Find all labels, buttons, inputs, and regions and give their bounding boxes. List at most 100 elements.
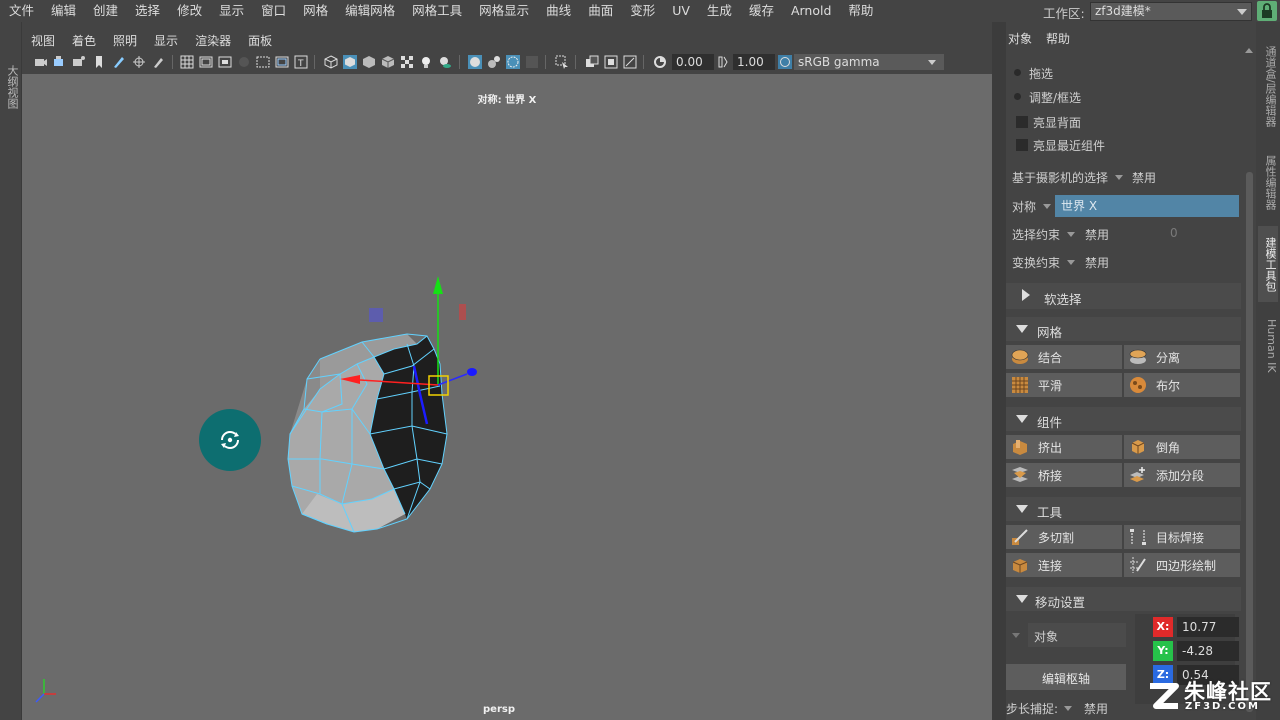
pencil-icon[interactable] [152,55,166,69]
boolean-button[interactable]: 布尔 [1124,373,1240,397]
panel-menu-show[interactable]: 显示 [145,32,186,49]
panel-splitter[interactable] [992,22,1006,720]
panel-menu-panels[interactable]: 面板 [239,32,280,49]
gamma-icon[interactable] [716,55,730,69]
wireframe-on-shaded-icon[interactable] [362,55,376,69]
xray-icon[interactable] [468,55,482,69]
soft-select-section-header[interactable]: 软选择 [1006,283,1241,309]
menu-arnold[interactable]: Arnold [782,0,839,22]
menu-generate[interactable]: 生成 [698,0,740,22]
tumble-button[interactable] [199,409,261,471]
yz-plane-handle[interactable] [369,308,383,322]
menu-create[interactable]: 创建 [84,0,126,22]
edit-pivot-button[interactable]: 编辑枢轴 [1006,664,1126,690]
y-axis-arrow[interactable] [433,276,443,294]
tab-modeling-toolkit[interactable]: 建模工具包 [1258,226,1278,302]
isolate-icon[interactable] [525,55,539,69]
menu-curves[interactable]: 曲线 [537,0,579,22]
scrollbar-thumb[interactable] [1246,172,1253,712]
toolkit-menu-help[interactable]: 帮助 [1046,30,1070,47]
target-weld-button[interactable]: 目标焊接 [1124,525,1240,549]
bridge-button[interactable]: 桥接 [1006,463,1122,487]
quad-draw-button[interactable]: 四边形绘制 [1124,553,1240,577]
drag-select-radio[interactable] [1014,69,1021,76]
wireframe-icon[interactable] [324,55,338,69]
pivot-space-dropdown[interactable]: 对象 [1028,623,1126,647]
mesh-object[interactable] [287,333,448,533]
symmetry-field[interactable]: 世界 X [1055,195,1239,217]
color-management-icon[interactable] [778,55,792,69]
textured-icon[interactable] [381,55,395,69]
multi-cut-button[interactable]: 多切割 [1006,525,1122,549]
camera-selection-value[interactable]: 禁用 [1132,169,1156,186]
colorspace-dropdown[interactable]: sRGB gamma [794,54,944,70]
frame-selected-icon[interactable] [623,55,637,69]
menu-mesh[interactable]: 网格 [294,0,336,22]
scroll-up-icon[interactable] [1245,48,1253,53]
menu-mesh-display[interactable]: 网格显示 [470,0,537,22]
tab-human-ik[interactable]: Human IK [1258,312,1278,380]
gate-mask-icon[interactable] [237,55,251,69]
grid-icon[interactable] [180,55,194,69]
tweak-marquee-radio[interactable] [1014,93,1021,100]
chevron-down-icon[interactable] [1012,633,1020,638]
xray-joints-icon[interactable] [487,55,501,69]
bookmark-camera-icon[interactable] [72,55,86,69]
smooth-shade-icon[interactable] [343,55,357,69]
select-camera-icon[interactable] [34,55,48,69]
select-constraint-value[interactable]: 禁用 [1085,226,1109,243]
component-section-header[interactable]: 组件 [1006,407,1241,431]
highlight-backfaces-checkbox[interactable] [1016,116,1028,128]
scene-canvas[interactable] [22,74,992,720]
chevron-down-icon[interactable] [1064,706,1072,711]
2d-pan-zoom-icon[interactable] [132,55,146,69]
menu-edit-mesh[interactable]: 编辑网格 [336,0,403,22]
menu-help[interactable]: 帮助 [839,0,881,22]
resolution-gate-icon[interactable] [218,55,232,69]
frame-all-icon[interactable] [604,55,618,69]
tools-section-header[interactable]: 工具 [1006,497,1241,521]
safe-title-icon[interactable]: T [294,55,308,69]
toolkit-menu-object[interactable]: 对象 [1008,30,1032,47]
move-settings-section-header[interactable]: 移动设置 [1006,587,1241,611]
menu-uv[interactable]: UV [663,0,698,22]
separate-button[interactable]: 分离 [1124,345,1240,369]
smooth-button[interactable]: 平滑 [1006,373,1122,397]
gamma-field[interactable]: 1.00 [733,54,775,70]
panel-menu-renderer[interactable]: 渲染器 [186,32,239,49]
chevron-down-icon[interactable] [1043,204,1051,209]
xy-plane-handle[interactable] [459,304,466,320]
menu-select[interactable]: 选择 [126,0,168,22]
lighting-icon[interactable] [419,55,433,69]
select-tool-icon[interactable] [555,55,569,69]
menu-deform[interactable]: 变形 [621,0,663,22]
panel-menu-shading[interactable]: 着色 [63,32,104,49]
safe-action-icon[interactable] [275,55,289,69]
outliner-tab[interactable]: 大纲视图 [2,56,20,118]
workspace-dropdown[interactable]: zf3d建模* [1090,2,1252,21]
add-divisions-button[interactable]: 添加分段 [1124,463,1240,487]
bookmark-icon[interactable] [92,55,106,69]
combine-button[interactable]: 结合 [1006,345,1122,369]
connect-button[interactable]: 连接 [1006,553,1122,577]
y-coord-field[interactable]: -4.28 [1177,641,1239,661]
menu-file[interactable]: 文件 [0,0,42,22]
field-chart-icon[interactable] [256,55,270,69]
exposure-field[interactable]: 0.00 [672,54,714,70]
panel-menu-lighting[interactable]: 照明 [104,32,145,49]
bevel-button[interactable]: 倒角 [1124,435,1240,459]
camera-attributes-icon[interactable] [53,55,67,69]
xray-components-icon[interactable] [506,55,520,69]
menu-surfaces[interactable]: 曲面 [579,0,621,22]
chevron-down-icon[interactable] [1067,232,1075,237]
grease-pencil-icon[interactable] [112,55,126,69]
perspective-viewport[interactable]: 对称: 世界 X persp [22,74,992,720]
tab-channel-box[interactable]: 通道盒/层编辑器 [1258,34,1278,138]
menu-mesh-tools[interactable]: 网格工具 [403,0,470,22]
exposure-icon[interactable] [653,55,667,69]
menu-display[interactable]: 显示 [210,0,252,22]
chevron-down-icon[interactable] [1067,260,1075,265]
extrude-button[interactable]: 挤出 [1006,435,1122,459]
film-gate-icon[interactable] [199,55,213,69]
menu-edit[interactable]: 编辑 [42,0,84,22]
